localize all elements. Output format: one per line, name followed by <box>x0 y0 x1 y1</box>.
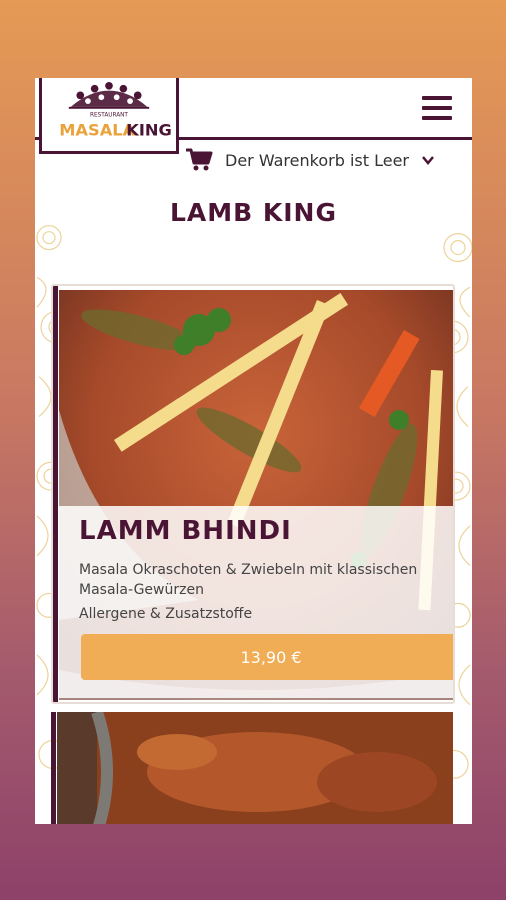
hamburger-icon[interactable] <box>422 96 452 120</box>
dish-image-next <box>57 712 453 824</box>
logo-tagline: RESTAURANT <box>90 112 128 118</box>
dish-description: Masala Okraschoten & Zwiebeln mit klassi… <box>79 562 418 598</box>
cart-status-text: Der Warenkorb ist Leer <box>225 150 409 170</box>
card-edge <box>51 712 56 824</box>
cart-icon[interactable] <box>185 148 213 172</box>
dish-card-next[interactable] <box>51 712 455 824</box>
logo-name-left: MASALA <box>59 121 135 140</box>
logo[interactable]: RESTAURANT MASALA KING <box>39 78 179 154</box>
dish-card[interactable]: LAMM BHINDI Masala Okraschoten & Zwiebel… <box>51 284 455 704</box>
page-title: LAMB KING <box>169 198 338 227</box>
app-screen: RESTAURANT MASALA KING Der Warenkorb ist… <box>35 78 472 824</box>
card-edge <box>53 286 58 702</box>
logo-name-right: KING <box>126 121 172 140</box>
dish-name: LAMM BHINDI <box>79 516 292 546</box>
cart-bar[interactable]: Der Warenkorb ist Leer <box>185 146 435 174</box>
allergen-link[interactable]: Allergene & Zusatzstoffe <box>79 606 252 622</box>
chevron-down-icon[interactable] <box>421 153 435 167</box>
add-to-cart-price-button[interactable]: 13,90 € <box>81 634 453 680</box>
